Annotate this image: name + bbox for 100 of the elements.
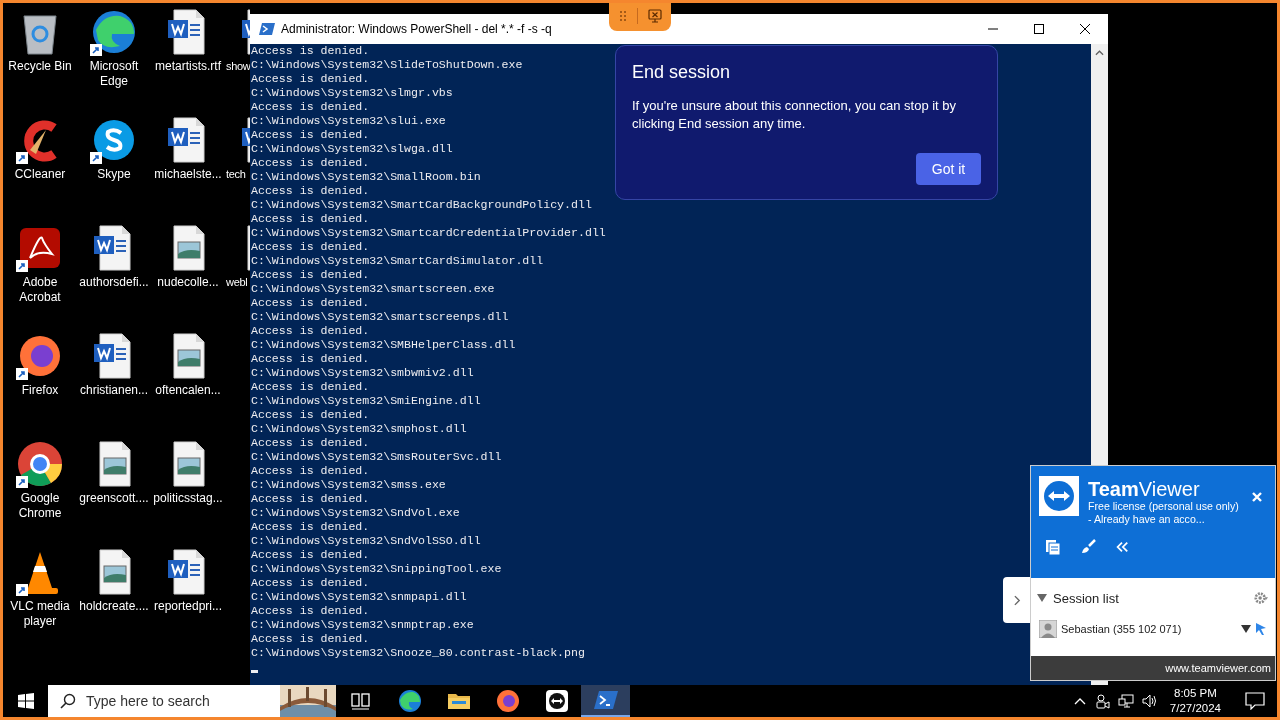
console-line: C:\Windows\System32\snmptrap.exe	[251, 618, 474, 632]
avatar-icon	[1039, 620, 1057, 638]
icon-label[interactable]: Skype	[78, 167, 150, 182]
console-line: C:\Windows\System32\SndVolSSO.dll	[251, 534, 481, 548]
remote-app-icon	[544, 689, 569, 713]
console-line: C:\Windows\System32\SmsRouterSvc.dll	[251, 450, 502, 464]
console-line: Access is denied.	[251, 520, 370, 534]
icon-label[interactable]: Google Chrome	[4, 491, 76, 521]
website-link[interactable]: www.teamviewer.com	[1165, 662, 1271, 674]
icon-label[interactable]: show	[225, 59, 251, 74]
icon-label[interactable]: CCleaner	[4, 167, 76, 182]
copy-icon[interactable]	[1045, 539, 1061, 555]
icon-label[interactable]: greenscott....	[78, 491, 150, 506]
notification-icon[interactable]	[1245, 692, 1265, 710]
console-line: Access is denied.	[251, 156, 370, 170]
icon-label[interactable]: Microsoft Edge	[78, 59, 150, 89]
search-field[interactable]: Type here to search	[86, 693, 236, 709]
console-line: Access is denied.	[251, 548, 370, 562]
console-line: Access is denied.	[251, 604, 370, 618]
text-cursor	[251, 670, 258, 673]
icon-label[interactable]: michaelste...	[152, 167, 224, 182]
browser-icon	[495, 689, 520, 713]
console-line: C:\Windows\System32\slmgr.vbs	[251, 86, 453, 100]
network-icon[interactable]	[1117, 693, 1134, 709]
caret-down-icon[interactable]	[1241, 625, 1251, 633]
icon-label[interactable]: webl	[225, 275, 248, 290]
icon-label[interactable]: reportedpri...	[152, 599, 224, 614]
terminal-icon	[593, 688, 618, 712]
pointer-icon[interactable]	[1255, 622, 1267, 636]
console-line: C:\Windows\System32\smartscreenps.dll	[251, 310, 509, 324]
console-line: Access is denied.	[251, 380, 370, 394]
brush-icon[interactable]	[1080, 539, 1096, 555]
console-line: C:\Windows\System32\smartscreen.exe	[251, 282, 495, 296]
console-line: C:\Windows\System32\SnippingTool.exe	[251, 562, 502, 576]
console-line: C:\Windows\System32\SmiEngine.dll	[251, 394, 481, 408]
console-line: Access is denied.	[251, 128, 370, 142]
search-icon	[60, 693, 76, 709]
console-line: Access is denied.	[251, 100, 370, 114]
session-name[interactable]: Sebastian (355 102 071)	[1061, 623, 1237, 635]
drag-handle-icon[interactable]	[618, 9, 627, 22]
browser-icon[interactable]	[16, 440, 64, 488]
clock-date[interactable]: 7/27/2024	[1169, 701, 1221, 716]
got-it-button[interactable]: Got it	[916, 153, 981, 185]
console-line: Access is denied.	[251, 352, 370, 366]
icon-label[interactable]: Firefox	[4, 383, 76, 398]
console-line: C:\Windows\System32\SmartCardBackgroundPolicy.dll	[251, 198, 592, 212]
console-line: C:\Windows\System32\slwga.dll	[251, 142, 453, 156]
icon-label[interactable]: politicsstag...	[152, 491, 224, 506]
console-line: C:\Windows\System32\SmartcardCredentialProvider.dll	[251, 226, 606, 240]
section-title: Session list	[1053, 590, 1120, 606]
console-line: Access is denied.	[251, 184, 370, 198]
console-line: C:\Windows\System32\snmpapi.dll	[251, 590, 467, 604]
console-line: Access is denied.	[251, 72, 370, 86]
terminal-icon	[259, 21, 275, 37]
console-line: Access is denied.	[251, 632, 370, 646]
console-line: Access is denied.	[251, 436, 370, 450]
icon-label[interactable]: authorsdefi...	[78, 275, 150, 290]
window-title: Administrator: Windows PowerShell - del *.* -f -s -q	[281, 22, 553, 36]
icon-label[interactable]: Recycle Bin	[4, 59, 76, 74]
icon-label[interactable]: Adobe Acrobat	[4, 275, 76, 305]
license-text[interactable]: Free license (personal use only) - Already have an acco...	[1088, 500, 1240, 526]
console-line: Access is denied.	[251, 408, 370, 422]
console-line: C:\Windows\System32\slui.exe	[251, 114, 446, 128]
console-line: C:\Windows\System32\Snooze_80.contrast-black.png	[251, 646, 585, 660]
console-line: C:\Windows\System32\SMBHelperClass.dll	[251, 338, 516, 352]
search-bar[interactable]: Type here to search	[48, 685, 336, 717]
icon-label[interactable]: tech	[225, 167, 246, 182]
monitor-close-icon[interactable]	[647, 8, 662, 23]
logo-icon	[1039, 476, 1079, 516]
console-line: Access is denied.	[251, 324, 370, 338]
icon-label[interactable]: metartists.rtf	[152, 59, 224, 74]
console-line: Access is denied.	[251, 576, 370, 590]
speaker-icon[interactable]	[1141, 693, 1158, 709]
icon-label[interactable]: holdcreate....	[78, 599, 150, 614]
clock-time[interactable]: 8:05 PM	[1174, 686, 1217, 701]
console-line: Access is denied.	[251, 44, 370, 58]
console-line: C:\Windows\System32\smss.exe	[251, 478, 446, 492]
meeting-icon[interactable]	[1093, 693, 1110, 709]
popup-message: If you're unsure about this connection, you can stop it by clicking End session any time.	[632, 97, 958, 133]
icon-label[interactable]: oftencalen...	[152, 383, 224, 398]
settings-icon[interactable]	[1253, 591, 1269, 605]
console-line: Access is denied.	[251, 240, 370, 254]
console-line: C:\Windows\System32\SmartCardSimulator.dll	[251, 254, 544, 268]
chevron-right-icon	[1013, 594, 1021, 606]
close-icon[interactable]	[1251, 491, 1263, 503]
console-line: C:\Windows\System32\SlideToShutDown.exe	[251, 58, 523, 72]
icon-label[interactable]: VLC media player	[4, 599, 76, 629]
icon-label[interactable]: nudecolle...	[152, 275, 224, 290]
console-line: Access is denied.	[251, 268, 370, 282]
windows-icon	[17, 693, 34, 709]
console-line: Access is denied.	[251, 492, 370, 506]
icon-label[interactable]: christianen...	[78, 383, 150, 398]
console-line: C:\Windows\System32\smbwmiv2.dll	[251, 366, 474, 380]
caret-down-icon[interactable]	[1037, 594, 1047, 602]
maximize-icon	[1033, 23, 1045, 35]
double-chevron-left-icon[interactable]	[1115, 540, 1129, 554]
console-line: C:\Windows\System32\SndVol.exe	[251, 506, 460, 520]
console-line: C:\Windows\System32\SmallRoom.bin	[251, 170, 481, 184]
brand-name: TeamViewer	[1088, 478, 1201, 500]
browser-icon[interactable]	[90, 8, 138, 56]
